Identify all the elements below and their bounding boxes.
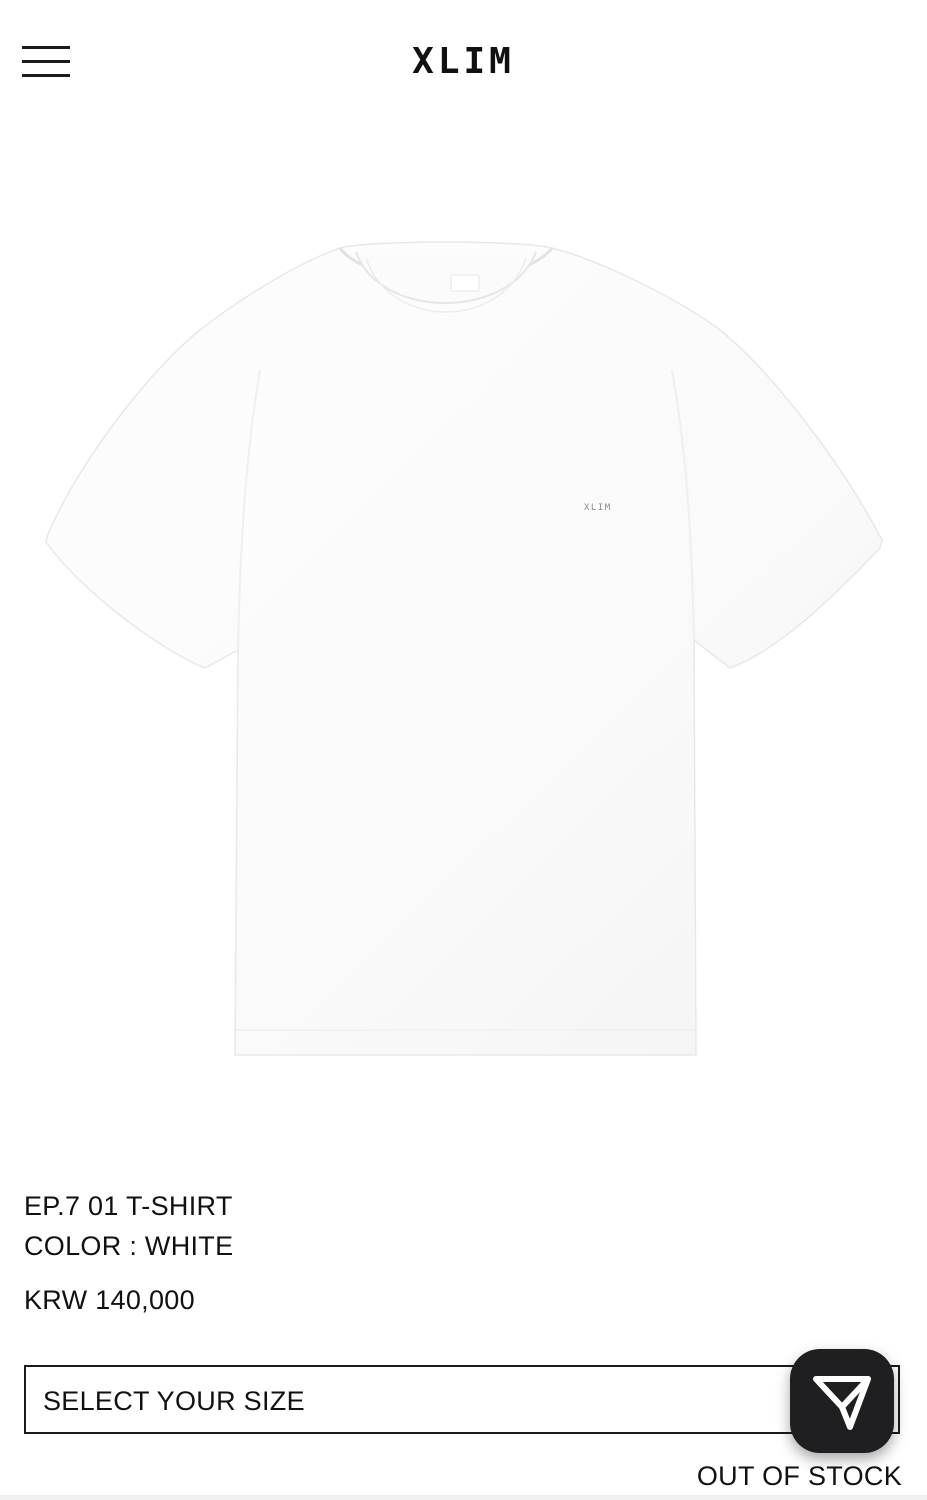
divider	[0, 1495, 927, 1500]
stock-status: OUT OF STOCK	[696, 1461, 902, 1491]
brand-logo[interactable]: XLIM	[0, 40, 927, 84]
size-select-label: SELECT YOUR SIZE	[43, 1386, 305, 1416]
product-price: KRW 140,000	[24, 1285, 195, 1315]
product-info: EP.7 01 T-SHIRT COLOR : WHITE KRW 140,00…	[24, 1186, 724, 1317]
size-select[interactable]: SELECT YOUR SIZE	[24, 1365, 900, 1434]
share-button[interactable]	[790, 1349, 894, 1453]
paper-plane-icon	[813, 1376, 871, 1430]
shirt-chest-logo: XLIM	[584, 503, 612, 513]
product-image: XLIM	[40, 230, 890, 1070]
product-color: COLOR : WHITE	[24, 1231, 234, 1261]
product-name: EP.7 01 T-SHIRT	[24, 1191, 233, 1221]
t-shirt-image: XLIM	[45, 241, 883, 1056]
site-header: XLIM	[0, 0, 927, 125]
